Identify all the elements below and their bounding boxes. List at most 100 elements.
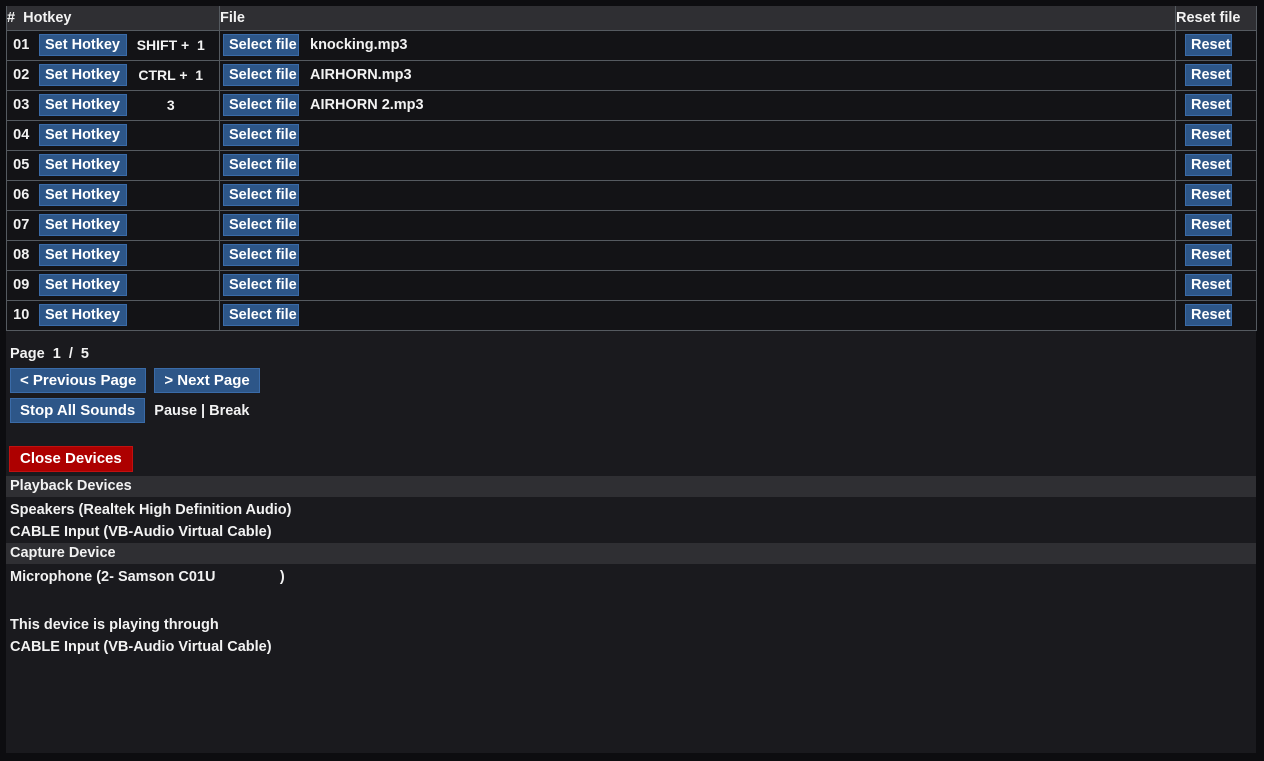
reset-file-button[interactable]: Reset xyxy=(1185,64,1232,86)
playback-devices-header: Playback Devices xyxy=(6,476,1256,497)
select-file-button[interactable]: Select file xyxy=(223,94,299,116)
row-number: 07 xyxy=(6,209,36,241)
file-cell: Select file xyxy=(219,119,1176,151)
close-devices-container: Close Devices xyxy=(9,446,133,472)
select-file-button[interactable]: Select file xyxy=(223,34,299,56)
playing-through-label: This device is playing through xyxy=(10,617,219,633)
devices-panel: Playback Devices Speakers (Realtek High … xyxy=(6,476,1256,658)
capture-devices-list: Microphone (2- Samson C01U ) xyxy=(6,566,1256,588)
table-row: 10 Set Hotkey Select file Reset xyxy=(6,299,1257,331)
file-cell: Select file AIRHORN.mp3 xyxy=(219,59,1176,91)
set-hotkey-button[interactable]: Set Hotkey xyxy=(38,154,127,176)
reset-file-button[interactable]: Reset xyxy=(1185,274,1232,296)
select-file-button[interactable]: Select file xyxy=(223,244,299,266)
reset-cell: Reset xyxy=(1175,29,1257,61)
row-number: 04 xyxy=(6,119,36,151)
file-cell: Select file xyxy=(219,299,1176,331)
table-body: 01 Set Hotkey SHIFT + 1 Select file knocking… xyxy=(6,29,1257,331)
file-cell: Select file xyxy=(219,269,1176,301)
reset-cell: Reset xyxy=(1175,149,1257,181)
next-page-button[interactable]: > Next Page xyxy=(154,368,260,393)
table-header-row: # Hotkey File Reset file xyxy=(6,6,1257,31)
file-cell: Select file xyxy=(219,209,1176,241)
reset-file-button[interactable]: Reset xyxy=(1185,184,1232,206)
reset-cell: Reset xyxy=(1175,239,1257,271)
column-header-hotkey-label: Hotkey xyxy=(23,9,72,26)
reset-cell: Reset xyxy=(1175,89,1257,121)
playback-device-item[interactable]: Speakers (Realtek High Definition Audio) xyxy=(6,499,1256,521)
hotkey-cell: Set Hotkey xyxy=(35,269,220,301)
playback-device-item[interactable]: CABLE Input (VB-Audio Virtual Cable) xyxy=(6,521,1256,543)
pagination-controls: < Previous Page > Next Page xyxy=(10,368,260,393)
stop-all-sounds-hotkey-label: Pause | Break xyxy=(154,402,250,419)
set-hotkey-button[interactable]: Set Hotkey xyxy=(38,94,127,116)
stop-sounds-controls: Stop All Sounds Pause | Break xyxy=(10,398,249,423)
page-indicator: Page 1 / 5 xyxy=(10,346,89,362)
reset-file-button[interactable]: Reset xyxy=(1185,214,1232,236)
row-number: 09 xyxy=(6,269,36,301)
previous-page-button[interactable]: < Previous Page xyxy=(10,368,147,393)
set-hotkey-button[interactable]: Set Hotkey xyxy=(38,34,127,56)
row-number: 05 xyxy=(6,149,36,181)
select-file-button[interactable]: Select file xyxy=(223,64,299,86)
file-value: AIRHORN.mp3 xyxy=(310,67,412,83)
hotkey-cell: Set Hotkey xyxy=(35,299,220,331)
select-file-button[interactable]: Select file xyxy=(223,274,299,296)
select-file-button[interactable]: Select file xyxy=(223,124,299,146)
row-number: 01 xyxy=(6,29,36,61)
row-number: 08 xyxy=(6,239,36,271)
hotkey-table: # Hotkey File Reset file 01 Set Hotkey SHI… xyxy=(6,6,1257,331)
table-row: 01 Set Hotkey SHIFT + 1 Select file knocking… xyxy=(6,29,1257,61)
set-hotkey-button[interactable]: Set Hotkey xyxy=(38,124,127,146)
close-devices-button[interactable]: Close Devices xyxy=(9,446,133,472)
hotkey-cell: Set Hotkey xyxy=(35,209,220,241)
reset-file-button[interactable]: Reset xyxy=(1185,124,1232,146)
select-file-button[interactable]: Select file xyxy=(223,154,299,176)
set-hotkey-button[interactable]: Set Hotkey xyxy=(38,184,127,206)
reset-file-button[interactable]: Reset xyxy=(1185,244,1232,266)
row-number: 06 xyxy=(6,179,36,211)
reset-file-button[interactable]: Reset xyxy=(1185,94,1232,116)
reset-file-button[interactable]: Reset xyxy=(1185,34,1232,56)
hotkey-value: SHIFT + 1 xyxy=(136,37,205,53)
table-row: 05 Set Hotkey Select file Reset xyxy=(6,149,1257,181)
hotkey-cell: Set Hotkey xyxy=(35,119,220,151)
hotkey-cell: Set Hotkey xyxy=(35,149,220,181)
column-header-hotkey: # Hotkey xyxy=(6,6,220,31)
select-file-button[interactable]: Select file xyxy=(223,304,299,326)
hotkey-value: 3 xyxy=(166,97,175,113)
reset-file-button[interactable]: Reset xyxy=(1185,154,1232,176)
set-hotkey-button[interactable]: Set Hotkey xyxy=(38,64,127,86)
select-file-button[interactable]: Select file xyxy=(223,184,299,206)
row-number: 02 xyxy=(6,59,36,91)
row-number: 03 xyxy=(6,89,36,121)
playing-through-device: CABLE Input (VB-Audio Virtual Cable) xyxy=(10,639,272,655)
stop-all-sounds-button[interactable]: Stop All Sounds xyxy=(10,398,146,423)
set-hotkey-button[interactable]: Set Hotkey xyxy=(38,244,127,266)
table-row: 02 Set Hotkey CTRL + 1 Select file AIRHORN.m… xyxy=(6,59,1257,91)
reset-cell: Reset xyxy=(1175,269,1257,301)
table-row: 07 Set Hotkey Select file Reset xyxy=(6,209,1257,241)
reset-file-button[interactable]: Reset xyxy=(1185,304,1232,326)
table-row: 08 Set Hotkey Select file Reset xyxy=(6,239,1257,271)
playback-devices-list: Speakers (Realtek High Definition Audio)… xyxy=(6,499,1256,543)
file-cell: Select file xyxy=(219,149,1176,181)
reset-cell: Reset xyxy=(1175,209,1257,241)
capture-device-item[interactable]: Microphone (2- Samson C01U ) xyxy=(6,566,1256,588)
set-hotkey-button[interactable]: Set Hotkey xyxy=(38,214,127,236)
column-header-file: File xyxy=(219,6,1176,31)
table-row: 06 Set Hotkey Select file Reset xyxy=(6,179,1257,211)
file-cell: Select file AIRHORN 2.mp3 xyxy=(219,89,1176,121)
hotkey-cell: Set Hotkey CTRL + 1 xyxy=(35,59,220,91)
file-value: knocking.mp3 xyxy=(310,37,408,53)
reset-cell: Reset xyxy=(1175,59,1257,91)
row-number: 10 xyxy=(6,299,36,331)
hotkey-cell: Set Hotkey xyxy=(35,239,220,271)
set-hotkey-button[interactable]: Set Hotkey xyxy=(38,274,127,296)
reset-cell: Reset xyxy=(1175,179,1257,211)
select-file-button[interactable]: Select file xyxy=(223,214,299,236)
reset-cell: Reset xyxy=(1175,299,1257,331)
table-row: 09 Set Hotkey Select file Reset xyxy=(6,269,1257,301)
set-hotkey-button[interactable]: Set Hotkey xyxy=(38,304,127,326)
soundboard-window: # Hotkey File Reset file 01 Set Hotkey SHI… xyxy=(0,0,1264,761)
